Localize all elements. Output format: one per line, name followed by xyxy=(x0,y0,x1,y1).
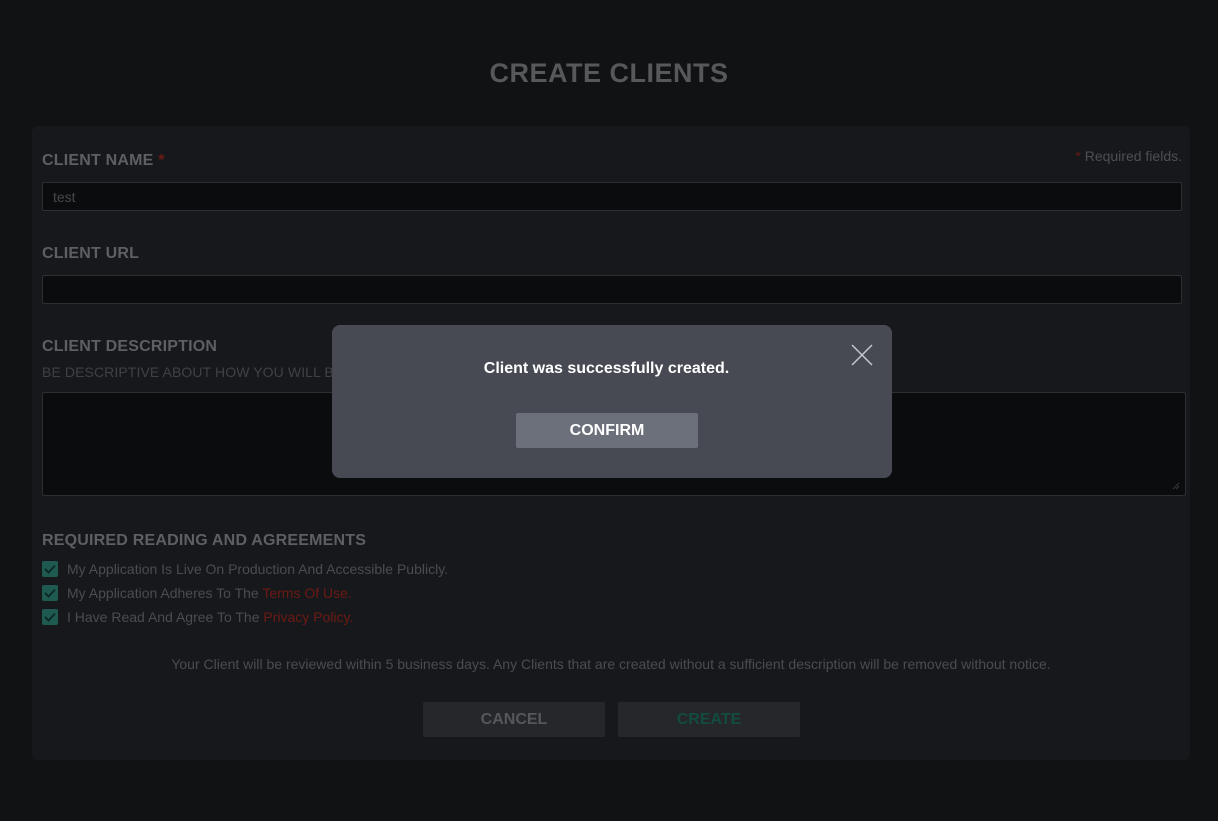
modal-message: Client was successfully created. xyxy=(483,360,730,377)
success-modal: Client was successfully created. CONFIRM xyxy=(332,325,892,478)
confirm-button[interactable]: CONFIRM xyxy=(516,413,698,448)
close-icon[interactable] xyxy=(850,343,874,367)
